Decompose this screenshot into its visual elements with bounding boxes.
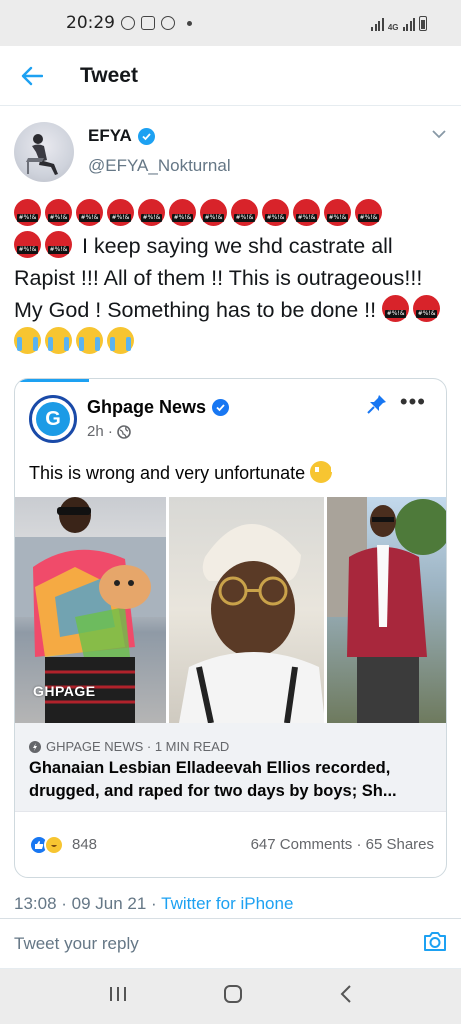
gallery-icon: [141, 16, 155, 30]
post-stats: 647 Comments · 65 Shares: [250, 836, 434, 853]
tweet-header: Tweet: [0, 46, 461, 106]
angry-face-emoji: [14, 199, 41, 226]
post-meta: 2h ·: [87, 423, 131, 440]
whatsapp-icon: [121, 16, 135, 30]
post-photos: GHPAGE: [15, 497, 446, 723]
person-silhouette-icon: [26, 134, 58, 175]
angry-face-emoji: [262, 199, 289, 226]
home-icon: [224, 985, 243, 1003]
link-preview: GHPAGE NEWS · 1 MIN READ Ghanaian Lesbia…: [15, 723, 446, 811]
back-chevron-icon: [340, 985, 351, 1003]
link-source: GHPAGE NEWS · 1 MIN READ: [29, 739, 434, 754]
angry-face-emoji: [169, 199, 196, 226]
author-name-row: EFYA: [88, 126, 155, 146]
camera-icon: [424, 932, 446, 951]
post-footer: 848 647 Comments · 65 Shares: [15, 811, 446, 877]
globe-icon: [117, 424, 131, 439]
angry-face-emoji: [324, 199, 351, 226]
photo-watermark: GHPAGE: [33, 683, 96, 699]
angry-face-emoji: [200, 199, 227, 226]
tweet-body: I keep saying we shd castrate all Rapist…: [14, 198, 454, 358]
reply-input[interactable]: Tweet your reply: [14, 934, 139, 954]
page-name: Ghpage News: [87, 397, 207, 417]
link-source-text: GHPAGE NEWS · 1 MIN READ: [46, 739, 230, 754]
crying-face-emoji: [107, 327, 134, 354]
system-nav-bar: [0, 969, 461, 1024]
author-avatar[interactable]: [14, 122, 74, 182]
card-accent-line: [15, 379, 89, 382]
angry-face-emoji: [76, 199, 103, 226]
crying-face-emoji: [14, 327, 41, 354]
reply-bar: Tweet your reply: [0, 919, 461, 969]
status-notification-icons: [121, 16, 192, 30]
post-photo-3: [326, 497, 446, 723]
back-nav-button[interactable]: [339, 984, 353, 1009]
angry-face-emoji: [45, 199, 72, 226]
lightning-icon: [29, 740, 41, 753]
angry-face-emoji: [355, 199, 382, 226]
verified-badge-icon: [137, 127, 155, 145]
tweet-text-paragraph: I keep saying we shd castrate all Rapist…: [14, 230, 454, 358]
author-handle[interactable]: @EFYA_Nokturnal: [88, 156, 231, 176]
flushed-face-emoji: [310, 461, 336, 483]
angry-face-emoji: [413, 295, 441, 322]
angry-face-emoji: [231, 199, 258, 226]
more-notifications-icon: [187, 20, 192, 26]
do-not-disturb-icon: [161, 16, 175, 30]
angry-face-emoji: [107, 199, 134, 226]
tweet-text: I keep saying we shd castrate all Rapist…: [14, 234, 423, 322]
angry-face-emoji: [45, 231, 72, 258]
ghpage-logo-icon: G: [36, 402, 70, 436]
tweet-timestamp: 13:08 · 09 Jun 21 · Twitter for iPhone: [14, 894, 293, 914]
battery-icon: [419, 15, 427, 31]
post-time: 2h ·: [87, 423, 113, 440]
recent-apps-button[interactable]: [108, 985, 128, 1008]
angry-face-emoji: [293, 199, 320, 226]
link-title: Ghanaian Lesbian Elladeevah Ellios recor…: [29, 759, 397, 800]
crying-face-emoji: [76, 327, 103, 354]
chevron-down-icon: [432, 130, 446, 139]
page-title: Tweet: [80, 63, 138, 87]
camera-button[interactable]: [423, 930, 447, 957]
page-avatar: G: [29, 395, 77, 443]
status-bar: 20:29 4G: [0, 0, 461, 46]
status-system-icons: 4G: [371, 15, 427, 32]
tweet-source-link[interactable]: Twitter for iPhone: [161, 894, 293, 913]
angry-face-emoji: [14, 231, 41, 258]
crying-face-emoji: [45, 327, 72, 354]
author-name[interactable]: EFYA: [88, 126, 132, 146]
verified-badge-icon: [212, 399, 230, 416]
post-photo-1: GHPAGE: [15, 497, 166, 723]
post-photo-2: [168, 497, 324, 723]
haha-reaction-icon: [44, 834, 64, 855]
reactions: 848: [29, 834, 98, 855]
signal-icon-2: [402, 17, 415, 31]
status-time: 20:29: [66, 13, 115, 33]
post-text-content: This is wrong and very unfortunate: [29, 463, 306, 483]
page-name-row: Ghpage News: [87, 397, 230, 418]
post-text: This is wrong and very unfortunate: [29, 461, 336, 484]
angry-face-emoji: [138, 199, 165, 226]
tweet-date: 13:08 · 09 Jun 21 ·: [14, 894, 162, 913]
attached-image-card[interactable]: G Ghpage News 2h · ••• This is wrong and…: [14, 378, 447, 878]
angry-face-emoji: [382, 295, 410, 322]
reaction-count: 848: [72, 836, 98, 853]
angry-emoji-row: [14, 198, 454, 230]
pin-icon: [366, 393, 388, 420]
back-button[interactable]: [0, 46, 64, 106]
signal-icon: [371, 17, 384, 31]
more-options-icon: •••: [399, 389, 426, 414]
tweet-options-button[interactable]: [431, 126, 447, 144]
network-type: 4G: [387, 22, 399, 32]
back-arrow-icon: [21, 66, 43, 85]
recent-apps-icon: [109, 987, 126, 1001]
home-button[interactable]: [223, 984, 243, 1009]
